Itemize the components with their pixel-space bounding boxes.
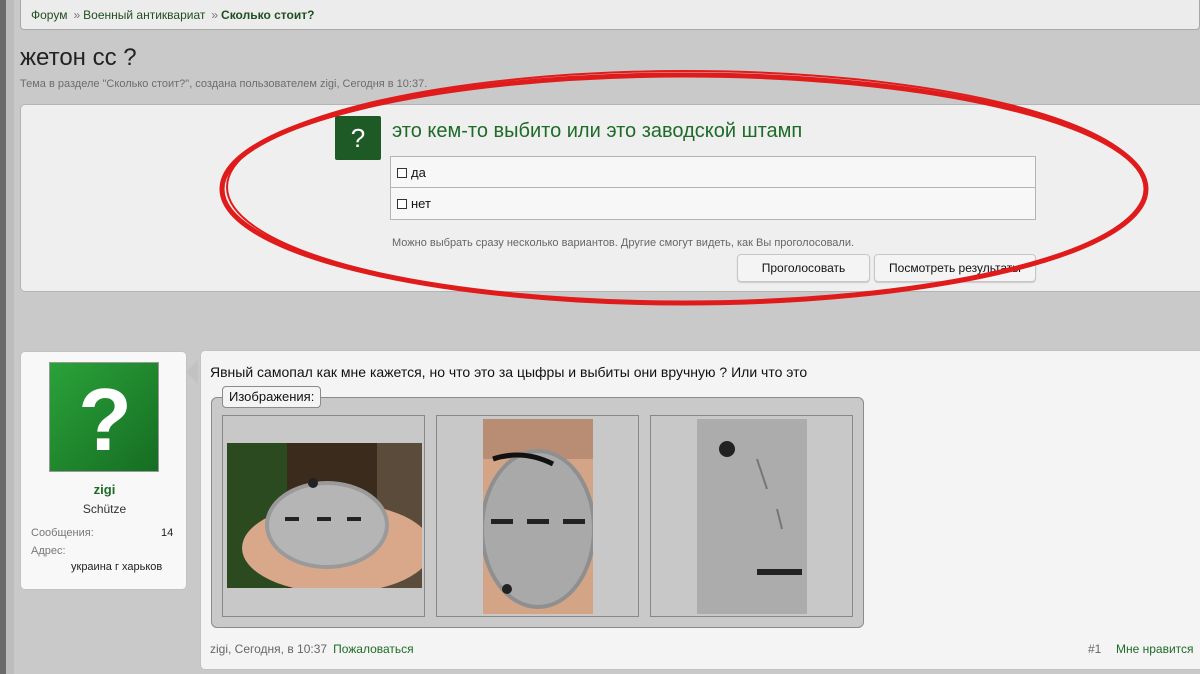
post-text: Явный самопал как мне кажется, но что эт… <box>210 364 808 380</box>
poll-hint: Можно выбрать сразу несколько вариантов.… <box>392 237 855 249</box>
attachment-thumbnail-2[interactable] <box>436 415 639 617</box>
dog-tag-photo-3 <box>697 419 807 614</box>
question-icon: ? <box>335 116 381 160</box>
messages-count[interactable]: 14 <box>161 527 173 539</box>
post-meta: zigi, Сегодня, в 10:37 Пожаловаться <box>210 642 414 656</box>
breadcrumb-separator: » <box>73 8 81 22</box>
breadcrumb-separator: » <box>211 8 219 22</box>
checkbox-icon[interactable] <box>397 199 407 209</box>
messages-label: Сообщения: <box>31 527 94 539</box>
attachment-thumbnail-3[interactable] <box>650 415 853 617</box>
message-pointer <box>186 360 198 384</box>
window-edge-inner <box>6 0 14 674</box>
breadcrumb-current[interactable]: Сколько стоит? <box>221 8 314 22</box>
address-label: Адрес: <box>31 545 66 557</box>
post-number[interactable]: #1 <box>1088 642 1101 656</box>
user-card: ? zigi Schütze Сообщения: 14 Адрес: укра… <box>20 351 187 590</box>
dog-tag-photo-1 <box>227 443 422 588</box>
attachment-thumbnail-1[interactable] <box>222 415 425 617</box>
report-link[interactable]: Пожаловаться <box>333 642 414 656</box>
poll-option-yes[interactable]: да <box>391 157 1035 188</box>
question-mark-icon: ? <box>78 370 132 469</box>
poll-option-label: нет <box>411 196 431 211</box>
page-title: жетон сс ? <box>20 44 137 71</box>
vote-button[interactable]: Проголосовать <box>737 254 870 282</box>
avatar[interactable]: ? <box>49 362 159 472</box>
checkbox-icon[interactable] <box>397 168 407 178</box>
breadcrumb-item-forum[interactable]: Форум <box>31 8 67 22</box>
post-author-time[interactable]: zigi, Сегодня, в 10:37 <box>210 642 327 656</box>
attachments-label: Изображения: <box>222 386 322 408</box>
dog-tag-photo-2 <box>483 419 593 614</box>
poll-question: это кем-то выбито или это заводской штам… <box>392 120 803 142</box>
poll-option-label: да <box>411 165 426 180</box>
breadcrumb: Форум» Военный антиквариат» Сколько стоит? <box>20 0 1200 30</box>
like-link[interactable]: Мне нравится <box>1116 642 1194 656</box>
poll-option-no[interactable]: нет <box>391 188 1035 219</box>
breadcrumb-item-military-antiques[interactable]: Военный антиквариат <box>83 8 205 22</box>
user-name[interactable]: zigi <box>21 482 188 497</box>
user-rank: Schütze <box>82 502 127 516</box>
view-results-button[interactable]: Посмотреть результаты <box>874 254 1036 282</box>
poll-options: да нет <box>390 156 1036 220</box>
thread-description: Тема в разделе "Сколько стоит?", создана… <box>20 78 428 90</box>
address-value: украина г харьков <box>71 561 163 573</box>
